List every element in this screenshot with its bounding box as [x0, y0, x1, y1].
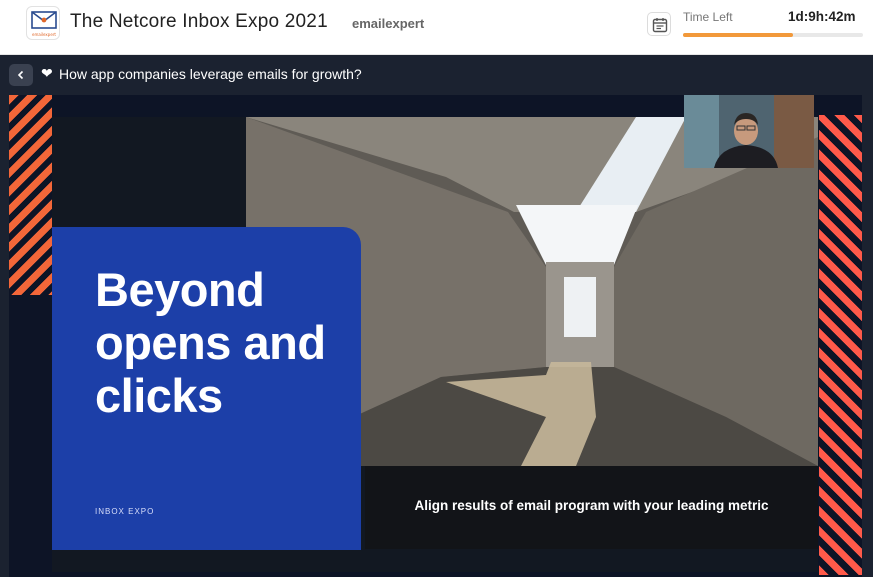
time-progress-fill — [683, 33, 793, 37]
decorative-stripes-left — [9, 95, 52, 295]
envelope-logo-icon — [31, 11, 57, 29]
event-logo[interactable]: emailexpert — [26, 6, 60, 40]
session-player: ❤ How app companies leverage emails for … — [0, 55, 873, 577]
video-stream[interactable]: Align results of email program with your… — [9, 95, 862, 577]
event-title: The Netcore Inbox Expo 2021 — [70, 11, 328, 32]
slide-caption: Align results of email program with your… — [414, 498, 769, 513]
heart-icon[interactable]: ❤ — [41, 65, 53, 82]
decorative-stripes-right — [819, 115, 862, 575]
slide-caption-bar: Align results of email program with your… — [365, 466, 818, 549]
calendar-button[interactable] — [647, 12, 671, 36]
session-title: How app companies leverage emails for gr… — [59, 66, 362, 82]
slide-headline: Beyond opens and clicks — [95, 263, 326, 422]
logo-label: emailexpert — [31, 32, 56, 37]
top-header: emailexpert The Netcore Inbox Expo 2021 … — [0, 0, 873, 55]
slide-headline-card: Beyond opens and clicks INBOX EXPO — [52, 227, 361, 550]
speaker-video-feed — [684, 95, 814, 168]
brand-name: emailexpert — [352, 16, 425, 31]
calendar-icon — [652, 18, 668, 33]
time-left-label: Time Left — [683, 10, 733, 24]
speaker-webcam[interactable] — [684, 95, 814, 168]
chevron-left-icon — [17, 70, 24, 80]
slide-tag: INBOX EXPO — [95, 507, 155, 516]
time-progress-bar — [683, 33, 863, 37]
time-left-value: 1d:9h:42m — [788, 9, 856, 24]
back-button[interactable] — [9, 64, 33, 86]
presentation-slide: Align results of email program with your… — [52, 117, 818, 572]
